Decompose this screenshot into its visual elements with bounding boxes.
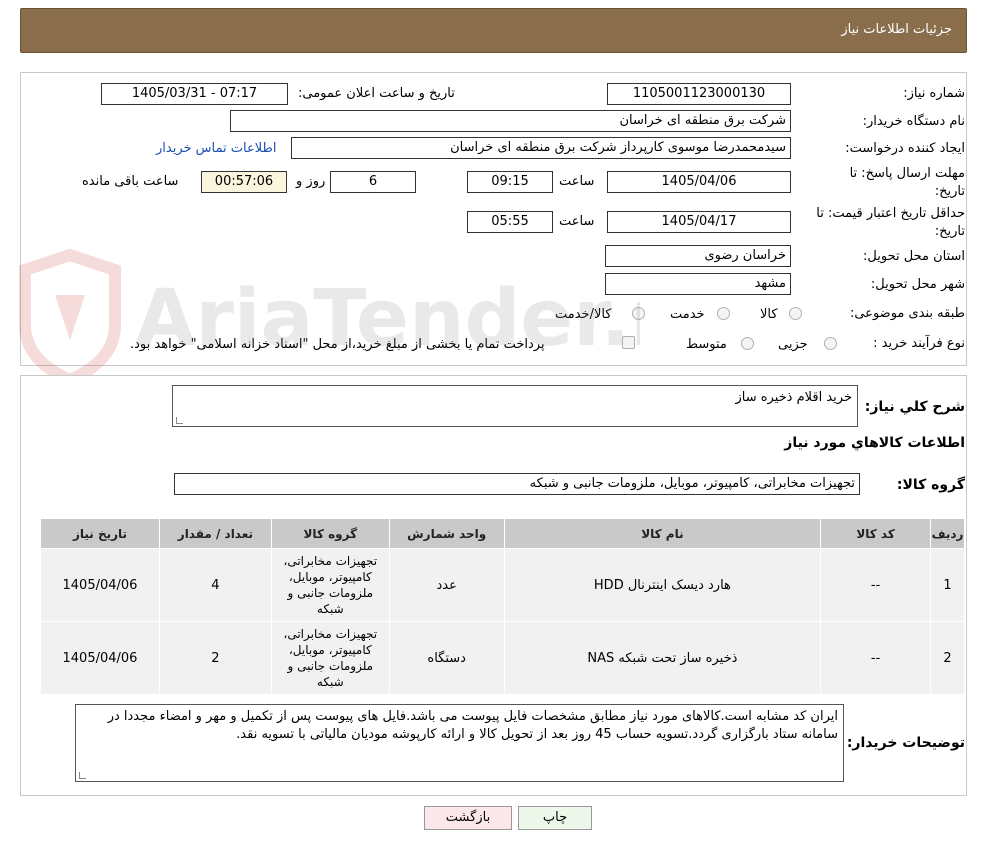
col-row: رديف (930, 518, 965, 549)
category-option-service: خدمت (670, 307, 705, 322)
city-label: شهر محل تحویل: (870, 277, 965, 292)
remaining-time-field: 00:57:06 (201, 171, 287, 193)
requester-field: سیدمحمدرضا موسوی کارپرداز شرکت برق منطقه… (291, 137, 791, 159)
buyer-contact-link[interactable]: اطلاعات تماس خریدار (156, 141, 276, 156)
table-header-row: رديف کد کالا نام کالا واحد شمارش گروه کا… (40, 518, 965, 549)
col-name: نام کالا (503, 518, 822, 549)
print-button[interactable]: چاپ (518, 806, 592, 830)
col-unit: واحد شمارش (388, 518, 505, 549)
cell-unit: عدد (388, 548, 505, 622)
process-option-medium: متوسط (686, 337, 727, 352)
buyer-notes-textarea[interactable]: ایران کد مشابه است.کالاهای مورد نیاز مطا… (75, 704, 844, 782)
cell-date: 1405/04/06 (40, 548, 160, 622)
group-field: تجهیزات مخابراتی، کامپیوتر، موبایل، ملزو… (174, 473, 860, 495)
announce-datetime-label: تاریخ و ساعت اعلان عمومی: (298, 86, 455, 101)
page-title: جزئیات اطلاعات نیاز (841, 22, 952, 37)
resize-grip-icon[interactable] (79, 772, 86, 779)
col-date: تاريخ نياز (40, 518, 160, 549)
cell-name: ذخیره ساز تحت شبکه NAS (503, 621, 822, 695)
cell-date: 1405/04/06 (40, 621, 160, 695)
treasury-payment-note: پرداخت تمام یا بخشی از مبلغ خرید،از محل … (130, 337, 545, 352)
cell-qty: 2 (158, 621, 272, 695)
category-radio-service[interactable] (717, 307, 730, 320)
buyer-notes-label: توضیحات خریدار: (846, 735, 965, 751)
cell-code: -- (820, 548, 932, 622)
category-option-goods: کالا (760, 307, 778, 322)
treasury-payment-checkbox[interactable] (622, 336, 635, 349)
cell-qty: 4 (158, 548, 272, 622)
category-radio-goods-service[interactable] (632, 307, 645, 320)
back-button[interactable]: بازگشت (424, 806, 512, 830)
items-heading: اطلاعات کالاهاي مورد نياز (784, 435, 965, 451)
cell-group: تجهیزات مخابراتی، کامپیوتر، موبایل، ملزو… (270, 621, 390, 695)
col-qty: تعداد / مقدار (158, 518, 272, 549)
process-radio-medium[interactable] (741, 337, 754, 350)
summary-textarea[interactable]: خرید اقلام ذخیره ساز (172, 385, 858, 427)
buyer-org-field: شرکت برق منطقه ای خراسان (230, 110, 791, 132)
remaining-label: ساعت باقی مانده (82, 174, 179, 189)
reply-deadline-time: 09:15 (467, 171, 553, 193)
days-label: روز و (296, 174, 326, 189)
need-number-label: شماره نیاز: (903, 86, 965, 101)
announce-datetime-field: 1405/03/31 - 07:17 (101, 83, 288, 105)
table-row: 2 -- ذخیره ساز تحت شبکه NAS دستگاه تجهیز… (40, 621, 965, 695)
group-label: گروه کالا: (896, 477, 965, 493)
process-option-minor: جزیی (778, 337, 808, 352)
cell-row: 1 (930, 548, 965, 622)
reply-deadline-label-2: تاریخ: (934, 184, 965, 199)
category-option-goods-service: کالا/خدمت (555, 307, 612, 322)
col-code: کد کالا (820, 518, 932, 549)
category-label: طبقه بندی موضوعی: (849, 306, 965, 321)
requester-label: ایجاد کننده درخواست: (845, 141, 965, 156)
province-label: استان محل تحویل: (863, 249, 965, 264)
col-group: گروه کالا (270, 518, 390, 549)
need-number-field: 1105001123000130 (607, 83, 791, 105)
reply-days-field: 6 (330, 171, 416, 193)
buyer-notes-text: ایران کد مشابه است.کالاهای مورد نیاز مطا… (107, 709, 838, 742)
cell-name: هارد دیسک اینترنال HDD (503, 548, 822, 622)
price-validity-time: 05:55 (467, 211, 553, 233)
reply-deadline-date: 1405/04/06 (607, 171, 791, 193)
reply-time-label: ساعت (559, 174, 595, 189)
price-validity-label: حداقل تاریخ اعتبار قیمت: تا (816, 206, 965, 221)
resize-grip-icon[interactable] (176, 417, 183, 424)
summary-label: شرح کلي نياز: (864, 399, 965, 415)
price-validity-date: 1405/04/17 (607, 211, 791, 233)
cell-unit: دستگاه (388, 621, 505, 695)
summary-text: خرید اقلام ذخیره ساز (735, 390, 852, 405)
price-validity-label-2: تاریخ: (934, 224, 965, 239)
cell-code: -- (820, 621, 932, 695)
process-label: نوع فرآیند خرید : (873, 336, 965, 351)
process-radio-minor[interactable] (824, 337, 837, 350)
city-field: مشهد (605, 273, 791, 295)
category-radio-goods[interactable] (789, 307, 802, 320)
reply-deadline-label: مهلت ارسال پاسخ: تا (849, 166, 965, 181)
items-table: رديف کد کالا نام کالا واحد شمارش گروه کا… (40, 518, 965, 695)
price-time-label: ساعت (559, 214, 595, 229)
buyer-org-label: نام دستگاه خریدار: (862, 114, 965, 129)
province-field: خراسان رضوی (605, 245, 791, 267)
cell-row: 2 (930, 621, 965, 695)
page-header: جزئیات اطلاعات نیاز (20, 8, 967, 53)
table-row: 1 -- هارد دیسک اینترنال HDD عدد تجهیزات … (40, 548, 965, 622)
cell-group: تجهیزات مخابراتی، کامپیوتر، موبایل، ملزو… (270, 548, 390, 622)
